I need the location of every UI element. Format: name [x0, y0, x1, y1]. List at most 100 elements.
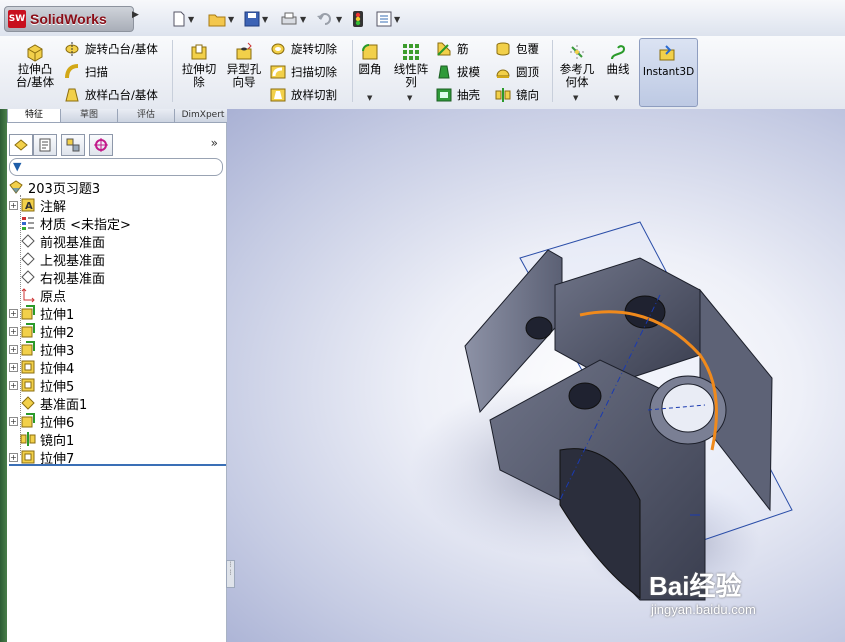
tree-item-label: 前视基准面 — [40, 235, 106, 251]
linear-pattern-dropdown-icon[interactable]: ▼ — [407, 94, 412, 102]
solidworks-logo[interactable]: SW SolidWorks — [4, 6, 134, 32]
extrude-boss-button[interactable]: 拉伸凸 台/基体 — [12, 42, 58, 89]
dimxpert-manager-tab[interactable] — [89, 134, 113, 156]
rollback-bar[interactable] — [9, 464, 226, 466]
panel-expand-icon[interactable]: » — [211, 136, 218, 150]
tree-item[interactable]: 原点 — [9, 286, 67, 305]
cut-extrude-icon — [21, 360, 35, 374]
expand-toggle-icon[interactable]: + — [9, 380, 18, 390]
tree-item[interactable]: + 拉伸4 — [9, 358, 74, 377]
tree-item[interactable]: 材质 <未指定> — [9, 214, 131, 233]
curves-dropdown-icon[interactable]: ▼ — [614, 94, 619, 102]
ribbon-separator — [552, 40, 553, 102]
tab-evaluate[interactable]: 评估 — [117, 109, 176, 123]
reference-geometry-dropdown-icon[interactable]: ▼ — [573, 94, 578, 102]
extrude-cut-button[interactable]: 拉伸切 除 — [178, 42, 220, 89]
tree-item[interactable]: + 拉伸6 — [9, 412, 74, 431]
expand-toggle-icon[interactable]: + — [9, 344, 18, 354]
tab-sketch[interactable]: 草图 — [60, 109, 119, 123]
tab-features[interactable]: 特征 — [7, 109, 62, 123]
expand-toggle-icon[interactable]: + — [9, 326, 18, 336]
panel-splitter-handle[interactable]: ⋮ ⋮ — [226, 560, 235, 588]
tree-item-label: 拉伸3 — [40, 343, 75, 359]
options-button[interactable]: ▼ — [376, 9, 400, 29]
draft-button[interactable]: 拔模 — [436, 62, 480, 82]
tree-item-label: 镜向1 — [40, 433, 75, 449]
tree-item-label: 右视基准面 — [40, 271, 106, 287]
revolve-boss-button[interactable]: 旋转凸台/基体 — [64, 39, 158, 59]
menu-expand-arrow-icon[interactable]: ▶ — [132, 10, 142, 26]
tree-item[interactable]: + 拉伸3 — [9, 340, 75, 359]
plane-icon — [21, 252, 35, 266]
mirror-button[interactable]: 镜向 — [495, 85, 539, 105]
linear-pattern-button[interactable]: 线性阵 列 — [390, 42, 432, 89]
cut-extrude-icon — [21, 450, 35, 464]
expand-toggle-icon[interactable]: + — [9, 200, 18, 210]
tree-item-label: 拉伸5 — [40, 379, 75, 395]
revolve-cut-button[interactable]: 旋转切除 — [270, 39, 337, 59]
save-button[interactable]: ▼ — [244, 9, 268, 29]
shell-icon — [436, 88, 452, 102]
tree-item[interactable]: + 拉伸1 — [9, 304, 74, 323]
sweep-cut-button[interactable]: 扫描切除 — [270, 62, 337, 82]
feature-manager-tabs: » — [7, 131, 226, 156]
dome-icon — [496, 69, 510, 78]
open-button[interactable]: ▼ — [208, 9, 234, 29]
annotation-icon: A — [21, 198, 35, 212]
curves-button[interactable]: 曲线 — [602, 42, 634, 76]
feature-tree-tab[interactable] — [9, 134, 33, 156]
tree-item-label: 注解 — [40, 199, 67, 215]
tree-item[interactable]: + 拉伸5 — [9, 376, 75, 395]
print-button[interactable]: ▼ — [280, 9, 306, 29]
expand-toggle-icon[interactable]: + — [9, 452, 18, 462]
sweep-button[interactable]: 扫描 — [64, 62, 108, 82]
tree-item[interactable]: 上视基准面 — [9, 250, 105, 269]
instant3d-icon — [659, 45, 675, 61]
graphics-area[interactable]: 基准 Bai经验 jingyan.baidu.com — [227, 109, 845, 642]
sweep-cut-label: 扫描切除 — [291, 65, 337, 79]
loft-cut-button[interactable]: 放样切割 — [270, 85, 337, 105]
mirror-icon — [20, 432, 36, 446]
instant3d-button[interactable]: Instant3D — [639, 38, 698, 107]
expand-toggle-icon[interactable]: + — [9, 308, 18, 318]
reference-geometry-label: 参考几 何体 — [559, 62, 595, 89]
fillet-button[interactable]: 圆角 — [354, 42, 386, 76]
tree-item[interactable]: 基准面1 — [9, 394, 87, 413]
model-hole[interactable] — [568, 382, 602, 410]
model-hole[interactable] — [525, 316, 553, 340]
rebuild-button[interactable] — [352, 9, 364, 29]
new-button[interactable]: ▼ — [172, 9, 194, 29]
plane-icon — [21, 270, 35, 284]
loft-boss-button[interactable]: 放样凸台/基体 — [64, 85, 158, 105]
undo-button[interactable]: ▼ — [316, 9, 342, 29]
loft-cut-icon — [270, 88, 286, 102]
wrap-button[interactable]: 包覆 — [495, 39, 539, 59]
expand-toggle-icon[interactable]: + — [9, 362, 18, 372]
feature-filter-input[interactable]: ▼ — [9, 158, 223, 176]
shell-button[interactable]: 抽壳 — [436, 85, 480, 105]
rib-button[interactable]: 筋 — [436, 39, 469, 59]
shell-label: 抽壳 — [457, 88, 480, 102]
command-manager-tabs: 特征 草图 评估 DimXpert — [7, 109, 232, 123]
configuration-manager-tab[interactable] — [61, 134, 85, 156]
tree-item[interactable]: + 拉伸2 — [9, 322, 74, 341]
title-bar: SW SolidWorks ▶ ▼ ▼ ▼ ▼ ▼ ▼ — [0, 0, 845, 37]
tree-item[interactable]: 前视基准面 — [9, 232, 106, 251]
expand-toggle-icon[interactable]: + — [9, 416, 18, 426]
wrap-icon — [496, 42, 510, 56]
reference-geometry-icon — [570, 45, 584, 59]
tab-dimxpert[interactable]: DimXpert — [174, 109, 232, 123]
tree-item-label: 原点 — [40, 289, 67, 305]
tree-root-part[interactable]: 203页习题3 — [8, 178, 100, 197]
tree-item[interactable]: 镜向1 — [9, 430, 75, 449]
reference-geometry-button[interactable]: 参考几 何体 — [556, 42, 598, 89]
revolve-boss-icon — [65, 42, 79, 56]
dome-button[interactable]: 圆顶 — [495, 62, 539, 82]
fillet-dropdown-icon[interactable]: ▼ — [367, 94, 372, 102]
property-manager-tab[interactable] — [33, 134, 57, 156]
svg-text:A: A — [25, 201, 33, 212]
tree-item[interactable]: + A 注解 — [9, 196, 67, 215]
hole-wizard-button[interactable]: 异型孔 向导 — [222, 42, 266, 89]
model-view — [410, 221, 793, 601]
tree-item[interactable]: 右视基准面 — [9, 268, 106, 287]
